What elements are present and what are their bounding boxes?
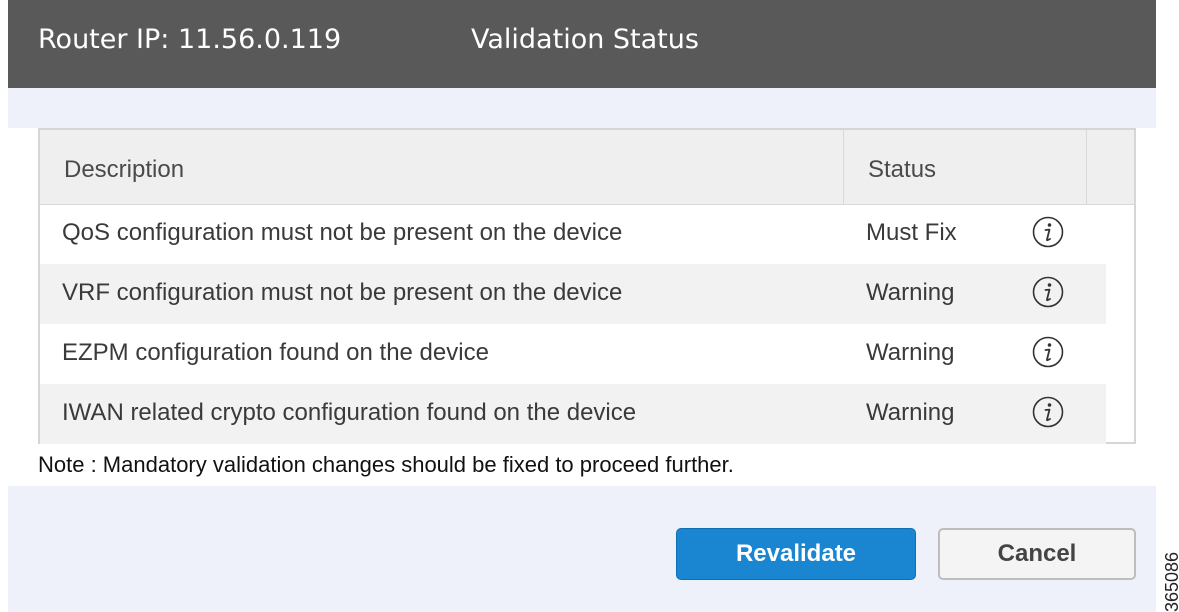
revalidate-button[interactable]: Revalidate <box>676 528 916 580</box>
dialog-header: Router IP: 11.56.0.119 Validation Status <box>8 0 1156 88</box>
table-row: IWAN related crypto configuration found … <box>40 384 1106 444</box>
router-ip-label: Router IP: 11.56.0.119 <box>38 24 342 55</box>
cancel-button[interactable]: Cancel <box>938 528 1136 580</box>
table-row: VRF configuration must not be present on… <box>40 264 1106 324</box>
row-status: Must Fix <box>866 219 957 246</box>
row-description: VRF configuration must not be present on… <box>62 279 623 306</box>
info-icon[interactable] <box>1032 336 1064 368</box>
row-status: Warning <box>866 339 955 366</box>
info-icon[interactable] <box>1032 396 1064 428</box>
column-divider <box>1086 130 1087 204</box>
column-header-status: Status <box>868 156 937 183</box>
dialog-title: Validation Status <box>471 24 699 55</box>
column-header-description: Description <box>64 156 185 183</box>
row-status: Warning <box>866 399 955 426</box>
figure-id: 365086 <box>1162 551 1179 612</box>
row-description: EZPM configuration found on the device <box>62 339 489 366</box>
table-row: QoS configuration must not be present on… <box>40 204 1106 264</box>
column-divider <box>843 130 844 204</box>
table-row: EZPM configuration found on the device W… <box>40 324 1106 384</box>
info-icon[interactable] <box>1032 216 1064 248</box>
row-description: IWAN related crypto configuration found … <box>62 399 637 426</box>
table-header: Description Status <box>40 130 1134 205</box>
validation-note: Note : Mandatory validation changes shou… <box>38 452 734 477</box>
row-status: Warning <box>866 279 955 306</box>
validation-table: Description Status QoS configuration mus… <box>38 128 1136 444</box>
validation-dialog: Router IP: 11.56.0.119 Validation Status… <box>8 0 1156 612</box>
info-icon[interactable] <box>1032 276 1064 308</box>
row-description: QoS configuration must not be present on… <box>62 219 623 246</box>
